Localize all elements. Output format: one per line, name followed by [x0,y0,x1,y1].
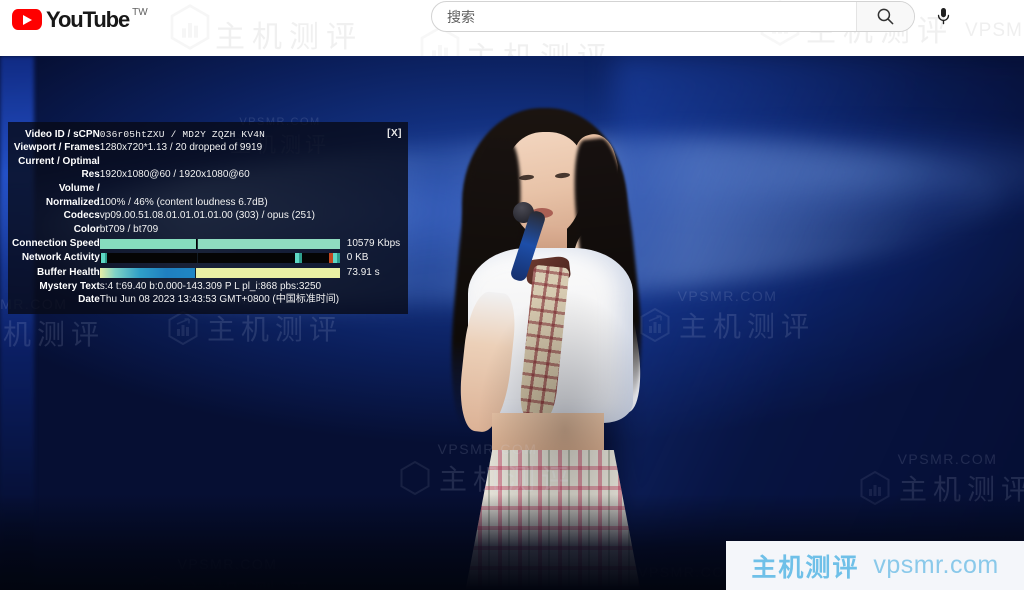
stats-row: Buffer Health 73.91 s [12,266,400,280]
stats-for-nerds-panel[interactable]: [X] Video ID / sCPN 036r05htZXU / MD2Y Z… [8,122,408,315]
stats-label: Mystery Text [39,280,100,292]
stats-label: Current / Optimal [18,155,100,167]
brand-cn-text: 主机测评 [751,552,860,582]
stats-label: Buffer Health [37,266,100,278]
stats-row: Date Thu Jun 08 2023 13:43:53 GMT+0800 (… [12,294,400,308]
voice-search-button[interactable] [927,1,959,33]
network-activity-bar [99,253,340,264]
stats-label: Video ID / sCPN [24,128,100,140]
stats-row: Normalized 100% / 46% (content loudness … [12,196,400,210]
header-watermark-cn: 主机测评 [215,21,363,54]
stats-row: Viewport / Frames 1280x720*1.13 / 20 dro… [12,142,400,156]
connection-speed-readout: 10579 Kbps [346,237,401,249]
stats-row: Network Activity 0 KB [12,251,400,265]
stats-value: 100% / 46% (content loudness 6.7dB) [99,196,268,208]
stats-label: Volume / [58,182,100,194]
stats-row: Res 1920x1080@60 / 1920x1080@60 [12,169,400,183]
header-watermark-cn: 主机测评 [466,33,614,56]
stats-value: vp09.00.51.08.01.01.01.01.00 (303) / opu… [99,210,315,222]
stats-label: Viewport / Frames [13,142,100,154]
microphone-icon [937,8,949,25]
buffer-health-bar [99,267,340,278]
network-activity-readout: 0 KB [346,252,369,264]
stats-value [100,155,400,169]
search-input[interactable] [432,2,856,31]
stats-label: Network Activity [21,252,100,264]
stats-value: 1920x1080@60 / 1920x1080@60 [99,169,250,181]
stats-row: Current / Optimal [12,155,400,169]
search-button[interactable] [856,2,914,31]
brand-watermark-badge: 主机测评 vpsmr.com [726,541,1024,590]
stats-label: Normalized [45,196,100,208]
youtube-header: 主机测评 VPSMR.COM 主机测评 主机测评 VPSMR.COM YouTu… [0,0,1024,56]
stats-value: bt709 / bt709 [99,223,159,235]
stats-label: Connection Speed [12,237,100,249]
stats-row: Mystery Text s:4 t:69.40 b:0.000-143.309… [12,280,400,294]
stats-label: Color [73,223,100,235]
youtube-country-code: TW [132,7,148,18]
stats-label: Res [81,169,100,181]
youtube-play-icon [12,9,42,30]
stats-row: Connection Speed 10579 Kbps [12,237,400,251]
header-watermark-en: VPSMR.COM [965,20,1024,41]
stats-label: Codecs [63,210,100,222]
header-watermark-hex [170,4,210,56]
connection-speed-bar [99,238,340,249]
search-icon [877,8,894,25]
stats-table: Video ID / sCPN 036r05htZXU / MD2Y ZQZH … [12,128,400,307]
stats-value: Thu Jun 08 2023 13:43:53 GMT+0800 (中国标准时… [99,294,340,306]
youtube-wordmark: YouTube [46,7,130,32]
stats-value [100,182,400,196]
screen-root: VPSMR.COM 主机测评 VPSMR.COM [0,0,1024,590]
hexagon-logo-icon [170,4,210,50]
stats-value: 036r05htZXU / MD2Y ZQZH KV4N [99,128,266,140]
stats-value: 1280x720*1.13 / 20 dropped of 9919 [99,142,263,154]
stats-row: Codecs vp09.00.51.08.01.01.01.01.00 (303… [12,210,400,224]
stats-close-button[interactable]: [X] [387,128,402,139]
stats-label: Date [78,294,100,306]
brand-en-text: vpsmr.com [873,551,999,579]
stats-row: Video ID / sCPN 036r05htZXU / MD2Y ZQZH … [12,128,400,142]
search-area [431,1,959,32]
stats-row: Color bt709 / bt709 [12,223,400,237]
buffer-health-readout: 73.91 s [346,266,380,278]
stats-value: s:4 t:69.40 b:0.000-143.309 P L pl_i:868… [99,280,322,292]
search-box[interactable] [431,1,915,32]
video-player-stage[interactable]: VPSMR.COM 主机测评 VPSMR.COM [0,56,1024,590]
youtube-logo[interactable]: YouTube TW [12,6,148,36]
stats-row: Volume / [12,182,400,196]
